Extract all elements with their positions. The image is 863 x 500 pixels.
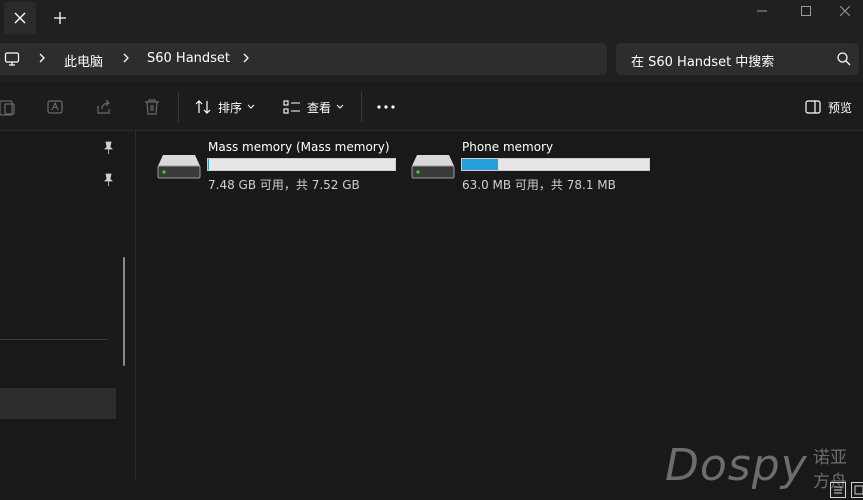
view-list-icon bbox=[283, 100, 300, 114]
maximize-icon bbox=[801, 6, 811, 16]
rename-button[interactable] bbox=[47, 96, 65, 118]
sort-label: 排序 bbox=[218, 100, 243, 115]
new-tab-button[interactable] bbox=[48, 6, 72, 30]
pane-divider[interactable] bbox=[135, 131, 136, 480]
monitor-icon[interactable] bbox=[4, 51, 20, 67]
tiles-view-icon bbox=[854, 485, 863, 495]
details-view-icon bbox=[834, 486, 842, 494]
rename-icon bbox=[47, 100, 63, 114]
sort-button[interactable]: 排序 bbox=[194, 96, 255, 118]
drive-free-space: 63.0 MB 可用，共 78.1 MB bbox=[462, 178, 616, 192]
sort-icon bbox=[195, 100, 211, 114]
drive-name: Phone memory bbox=[462, 140, 554, 154]
title-bar bbox=[0, 0, 863, 36]
chevron-down-icon bbox=[336, 104, 344, 109]
minimize-icon bbox=[757, 10, 767, 12]
view-label: 查看 bbox=[307, 100, 332, 115]
drive-usage-bar bbox=[461, 158, 650, 171]
pin-icon[interactable] bbox=[101, 141, 115, 155]
view-button[interactable]: 查看 bbox=[283, 96, 344, 118]
tiles-view-button[interactable] bbox=[851, 482, 863, 498]
search-icon[interactable] bbox=[836, 51, 852, 67]
search-placeholder: 在 S60 Handset 中搜索 bbox=[631, 55, 775, 70]
minimize-button[interactable] bbox=[739, 0, 785, 22]
nav-item-selected[interactable] bbox=[0, 388, 116, 419]
breadcrumb-s60-handset[interactable]: S60 Handset bbox=[147, 51, 230, 66]
drive-tile-mass-memory[interactable]: Mass memory (Mass memory) 7.48 GB 可用，共 7… bbox=[155, 140, 405, 193]
ellipsis-icon bbox=[377, 105, 395, 109]
toolbar-separator bbox=[178, 92, 179, 122]
command-bar bbox=[0, 82, 863, 131]
drive-icon bbox=[411, 155, 455, 179]
paste-button[interactable] bbox=[0, 96, 18, 118]
window-close-button[interactable] bbox=[827, 0, 863, 22]
breadcrumb-this-pc[interactable]: 此电脑 bbox=[64, 51, 103, 70]
nav-divider bbox=[0, 339, 108, 340]
maximize-button[interactable] bbox=[783, 0, 829, 22]
details-view-button[interactable] bbox=[830, 482, 846, 498]
drive-usage-bar bbox=[207, 158, 396, 171]
chevron-down-icon bbox=[247, 104, 255, 109]
toolbar-separator bbox=[361, 92, 362, 122]
preview-pane-button[interactable]: 预览 bbox=[805, 96, 852, 118]
paste-icon bbox=[0, 100, 15, 116]
watermark-logo: Dospy bbox=[665, 440, 808, 491]
drive-tile-phone-memory[interactable]: Phone memory 63.0 MB 可用，共 78.1 MB bbox=[409, 140, 659, 193]
close-icon bbox=[14, 12, 26, 24]
drive-name: Mass memory (Mass memory) bbox=[208, 140, 390, 154]
chevron-right-icon[interactable] bbox=[239, 50, 253, 66]
trash-icon bbox=[145, 99, 159, 115]
tab-close-button[interactable] bbox=[4, 2, 36, 34]
preview-pane-icon bbox=[805, 100, 821, 114]
nav-scrollbar[interactable] bbox=[123, 257, 125, 366]
plus-icon bbox=[54, 12, 66, 24]
drive-free-space: 7.48 GB 可用，共 7.52 GB bbox=[208, 178, 360, 192]
drive-usage-fill bbox=[208, 159, 210, 170]
share-icon bbox=[97, 99, 110, 114]
more-options-button[interactable] bbox=[376, 96, 396, 118]
chevron-right-icon[interactable] bbox=[35, 50, 49, 66]
drive-usage-fill bbox=[462, 159, 499, 170]
drive-icon bbox=[157, 155, 201, 179]
preview-label: 预览 bbox=[828, 100, 853, 115]
delete-button[interactable] bbox=[143, 96, 161, 118]
close-icon bbox=[840, 6, 850, 16]
share-button[interactable] bbox=[95, 96, 113, 118]
pin-icon[interactable] bbox=[101, 173, 115, 187]
chevron-right-icon[interactable] bbox=[119, 50, 133, 66]
